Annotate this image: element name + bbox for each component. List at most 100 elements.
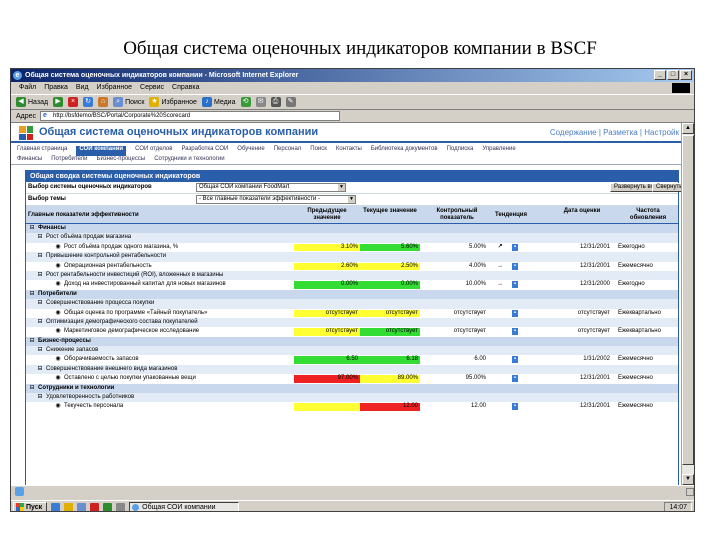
menu-tools[interactable]: Сервис [140,82,164,94]
kpi-indicator-icon[interactable]: ◉ [55,310,61,317]
mail-icon[interactable]: ✉ [255,97,266,107]
subnav-item-1[interactable]: Потребители [51,156,87,164]
kpi-indicator-icon[interactable]: ◉ [55,244,61,251]
stop-icon[interactable]: × [68,97,79,107]
back-button[interactable]: ◀ Назад [16,97,48,107]
category-row[interactable]: ⊟ Бизнес-процессы [26,336,678,347]
kpi-row[interactable]: ◉ Доход на инвестированный капитал для но… [26,280,678,290]
expand-toggle-icon[interactable]: ⊟ [29,385,35,392]
media-button[interactable]: ♪ Медиа [201,97,236,107]
expand-toggle-icon[interactable]: ⊟ [29,338,35,345]
category-row[interactable]: ⊟ Финансы [26,224,678,234]
expand-toggle-icon[interactable]: ⊟ [37,366,43,373]
chart-icon[interactable]: ▪ [512,243,518,251]
chart-icon[interactable]: ▪ [512,309,518,317]
objective-row[interactable]: ⊟ Привышение контрольной рентабельности [26,252,678,262]
quicklaunch-tool-icon[interactable] [116,502,126,511]
kpi-row[interactable]: ◉ Текучесть персонала 12.00 12.00 ▪ 12/31/200… [26,402,678,412]
nav-item-0[interactable]: Главная страница [17,146,67,156]
nav-item-3[interactable]: Разработка СОИ [181,146,228,156]
expand-toggle-icon[interactable]: ⊟ [37,319,43,326]
scorecard-select[interactable]: Общая СОИ компании FoodMart [196,183,346,192]
kpi-indicator-icon[interactable]: ◉ [55,356,61,363]
expand-toggle-icon[interactable]: ⊟ [37,234,43,241]
kpi-row[interactable]: ◉ Общая оценка по программе «Тайный покуп… [26,308,678,318]
category-row[interactable]: ⊟ Потребители [26,289,678,300]
refresh-icon[interactable]: ↻ [83,97,94,107]
quicklaunch-app-icon[interactable] [90,502,100,511]
expand-toggle-icon[interactable]: ⊟ [29,225,35,232]
menu-help[interactable]: Справка [172,82,199,94]
subnav-item-3[interactable]: Сотрудники и технологии [154,156,224,164]
address-input[interactable]: http://bsfdemo/BSC/Portal/Corporate%20Sc… [40,111,341,121]
kpi-row[interactable]: ◉ Оставлено с целью покупки упакованные в… [26,374,678,384]
nav-item-1[interactable]: СОИ компании [76,146,127,156]
objective-row[interactable]: ⊟ Совершенствование внешнего вида магазин… [26,364,678,375]
objective-row[interactable]: ⊟ Рост объёма продаж магазина [26,233,678,243]
quicklaunch-ie-icon[interactable] [51,502,61,511]
nav-item-10[interactable]: Управление [482,146,515,156]
expand-toggle-icon[interactable]: ⊟ [29,291,35,298]
chart-icon[interactable]: ▪ [512,328,518,336]
nav-item-5[interactable]: Персонал [274,146,302,156]
maximize-button[interactable]: □ [667,70,679,80]
chart-icon[interactable]: ▪ [512,356,518,364]
quicklaunch-excel-icon[interactable] [103,502,113,511]
objective-row[interactable]: ⊟ Рост рентабельности инвестиций (ROI), в… [26,270,678,281]
kpi-row[interactable]: ◉ Маркетинговое демографическое исследова… [26,327,678,337]
kpi-indicator-icon[interactable]: ◉ [55,328,61,335]
chart-icon[interactable]: ▪ [512,281,518,289]
nav-item-9[interactable]: Подписка [447,146,474,156]
edit-icon[interactable]: ✎ [285,97,296,107]
subnav-item-2[interactable]: Бизнес-процессы [97,156,146,164]
vertical-scrollbar[interactable]: ▲ ▼ [681,123,694,485]
objective-row[interactable]: ⊟ Совершенствование процесса покупки [26,299,678,309]
chart-icon[interactable]: ▪ [512,262,518,270]
nav-item-8[interactable]: Библиотека документов [371,146,438,156]
kpi-indicator-icon[interactable]: ◉ [55,263,61,270]
kpi-row[interactable]: ◉ Операционная рентабельность 2.60% 2.50% 4.… [26,261,678,271]
expand-toggle-icon[interactable]: ⊟ [37,272,43,279]
nav-item-6[interactable]: Поиск [310,146,327,156]
expand-toggle-icon[interactable]: ⊟ [37,300,43,307]
menu-edit[interactable]: Правка [44,82,68,94]
objective-row[interactable]: ⊟ Снижение запасов [26,346,678,356]
objective-row[interactable]: ⊟ Оптимизация демографического состава по… [26,317,678,328]
menu-view[interactable]: Вид [76,82,89,94]
menu-file[interactable]: Файл [19,82,36,94]
home-icon[interactable]: ⌂ [98,97,109,107]
scroll-down-arrow-icon[interactable]: ▼ [682,474,694,485]
kpi-indicator-icon[interactable]: ◉ [55,403,61,410]
nav-item-4[interactable]: Обучение [237,146,264,156]
expand-toggle-icon[interactable]: ⊟ [37,253,43,260]
minimize-button[interactable]: _ [654,70,666,80]
kpi-row[interactable]: ◉ Рост объёма продаж одного магазина, % 3.… [26,242,678,253]
nav-item-7[interactable]: Контакты [336,146,362,156]
expand-toggle-icon[interactable]: ⊟ [37,347,43,354]
collapse-button[interactable]: Свернуть [652,183,683,192]
close-button[interactable]: × [680,70,692,80]
menu-favorites[interactable]: Избранное [97,82,132,94]
quicklaunch-outlook-icon[interactable] [77,502,87,511]
print-icon[interactable]: ⎙ [270,97,281,107]
theme-select[interactable]: - Все главные показатели эффективности - [196,195,356,204]
search-button[interactable]: ⌕ Поиск [113,97,144,107]
category-row[interactable]: ⊟ Сотрудники и технологии [26,383,678,394]
chart-icon[interactable]: ▪ [512,403,518,411]
scroll-up-arrow-icon[interactable]: ▲ [682,123,694,134]
quicklaunch-desktop-icon[interactable] [64,502,74,511]
objective-row[interactable]: ⊟ Удовлетворенность работников [26,393,678,403]
expand-toggle-icon[interactable]: ⊟ [37,394,43,401]
forward-arrow-icon[interactable]: ▶ [53,97,64,107]
chart-icon[interactable]: ▪ [512,375,518,383]
scroll-thumb[interactable] [682,135,694,465]
kpi-row[interactable]: ◉ Оборачиваемость запасов 6.50 6.18 6.00 ▪ 1/3… [26,355,678,365]
nav-item-2[interactable]: СОИ отделов [135,146,172,156]
kpi-indicator-icon[interactable]: ◉ [55,375,61,382]
favorites-button[interactable]: ★ Избранное [149,97,197,107]
portal-head-links[interactable]: Содержание | Разметка | Настройк [550,128,679,137]
start-button[interactable]: Пуск [13,501,48,511]
history-icon[interactable]: ⟲ [240,97,251,107]
kpi-indicator-icon[interactable]: ◉ [55,281,61,288]
subnav-item-0[interactable]: Финансы [17,156,42,164]
